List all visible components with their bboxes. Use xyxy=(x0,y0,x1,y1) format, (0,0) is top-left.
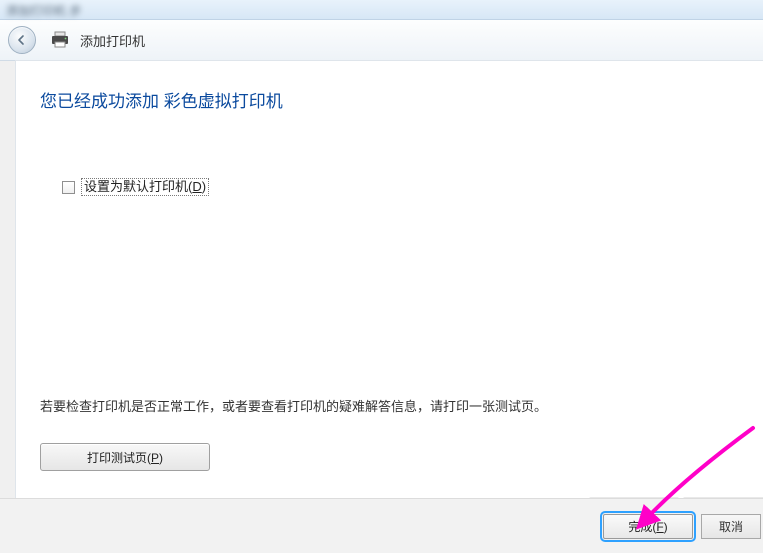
instruction-text: 若要检查打印机是否正常工作，或者要查看打印机的疑难解答信息，请打印一张测试页。 xyxy=(40,396,739,415)
print-test-page-button[interactable]: 打印测试页(P) xyxy=(40,443,210,471)
window-titlebar: 添加打印机 步 xyxy=(0,0,763,20)
back-button[interactable] xyxy=(8,26,36,54)
wizard-header: 添加打印机 xyxy=(0,20,763,61)
wizard-footer: 完成(F) 取消 xyxy=(0,498,763,553)
wizard-content: 您已经成功添加 彩色虚拟打印机 设置为默认打印机(D) 若要检查打印机是否正常工… xyxy=(15,60,763,498)
finish-button[interactable]: 完成(F) xyxy=(603,514,693,539)
window-title-blurred: 添加打印机 步 xyxy=(6,2,156,16)
set-default-label: 设置为默认打印机(D) xyxy=(81,178,209,196)
cancel-button[interactable]: 取消 xyxy=(701,514,761,539)
set-default-checkbox[interactable] xyxy=(62,181,75,194)
back-arrow-icon xyxy=(15,33,29,47)
success-heading: 您已经成功添加 彩色虚拟打印机 xyxy=(40,87,739,112)
set-default-checkbox-row[interactable]: 设置为默认打印机(D) xyxy=(62,178,739,196)
printer-icon xyxy=(50,31,70,49)
wizard-title: 添加打印机 xyxy=(80,31,145,50)
